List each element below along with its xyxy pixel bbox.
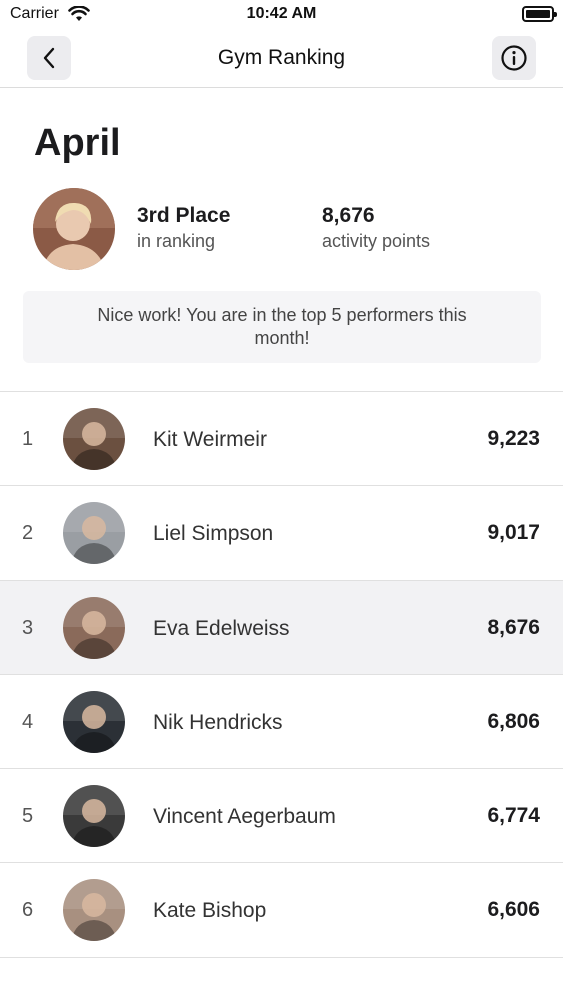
member-name: Vincent Aegerbaum	[153, 805, 336, 829]
place-label: in ranking	[137, 231, 216, 251]
place-value: 3rd Place	[137, 204, 231, 227]
info-button[interactable]	[492, 36, 536, 80]
avatar	[63, 879, 125, 942]
avatar	[63, 785, 125, 848]
navigation-bar: Gym Ranking	[0, 30, 563, 88]
avatar	[63, 596, 125, 659]
page-title: Gym Ranking	[217, 46, 346, 69]
rank-number: 2	[22, 522, 34, 545]
month-heading: April	[34, 122, 121, 164]
avatar	[63, 408, 125, 470]
points-label: activity points	[322, 231, 431, 251]
points-value: 8,676	[322, 204, 375, 227]
ranking-row[interactable]: 3 Eva Edelweiss 8,676	[0, 580, 563, 675]
ranking-row[interactable]: 5 Vincent Aegerbaum 6,774	[0, 769, 563, 864]
rank-number: 1	[22, 428, 34, 450]
rank-number: 5	[22, 805, 34, 828]
member-name: Liel Simpson	[153, 522, 274, 546]
ranking-list: 1 Kit Weirmeir 9,223 2 Liel Simpson 9,017 3 Eva…	[0, 391, 563, 958]
member-name: Kit Weirmeir	[153, 428, 267, 451]
ranking-row[interactable]: 6 Kate Bishop 6,606	[0, 863, 563, 958]
rank-number: 3	[22, 616, 34, 639]
avatar	[63, 690, 125, 753]
rank-number: 4	[22, 710, 34, 733]
performance-banner: Nice work! You are in the top 5 performe…	[23, 291, 541, 363]
member-points: 9,017	[487, 521, 540, 545]
member-name: Eva Edelweiss	[153, 616, 290, 640]
member-points: 6,774	[487, 804, 540, 828]
avatar	[63, 502, 125, 565]
member-points: 6,806	[487, 709, 540, 733]
rank-number: 6	[22, 899, 34, 922]
current-user-avatar	[33, 188, 115, 270]
points-stat: 8,676 activity points	[322, 204, 430, 252]
battery-icon	[522, 6, 557, 22]
member-points: 6,606	[487, 898, 540, 922]
place-stat: 3rd Place in ranking	[137, 204, 230, 252]
ranking-row[interactable]: 2 Liel Simpson 9,017	[0, 486, 563, 581]
ranking-row[interactable]: 4 Nik Hendricks 6,806	[0, 674, 563, 770]
member-points: 8,676	[487, 615, 540, 639]
ranking-row[interactable]: 1 Kit Weirmeir 9,223	[0, 392, 563, 487]
info-circle-icon	[501, 45, 527, 71]
member-name: Nik Hendricks	[153, 710, 283, 734]
member-points: 9,223	[487, 427, 540, 450]
status-time: 10:42 AM	[246, 5, 317, 22]
member-name: Kate Bishop	[153, 899, 267, 923]
status-bar: Carrier 10:42 AM	[0, 0, 563, 30]
